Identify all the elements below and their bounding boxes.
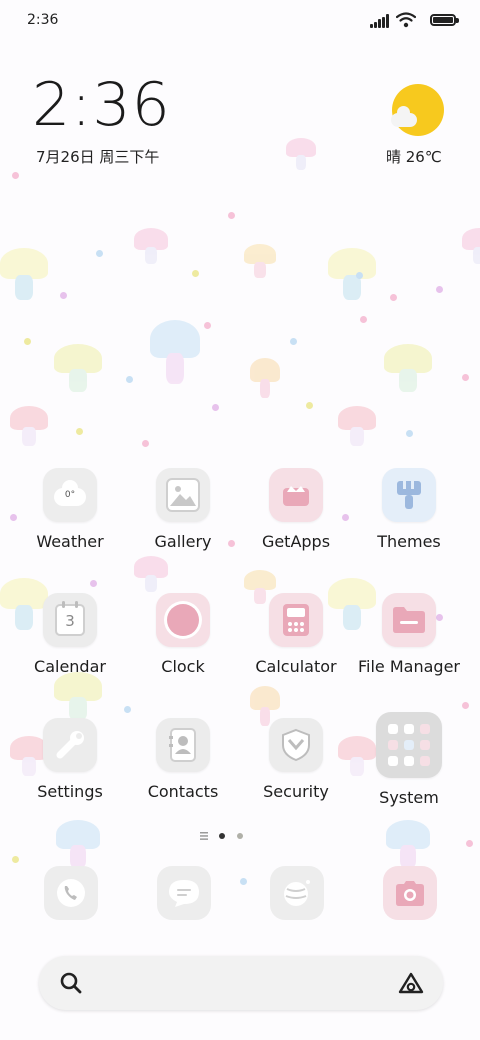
calendar-icon-glyph: 3: [65, 612, 75, 630]
app-label: Calculator: [255, 657, 337, 676]
app-weather[interactable]: 0° Weather: [14, 468, 126, 551]
app-calculator[interactable]: Calculator: [240, 593, 352, 676]
wallpaper-dot: [390, 294, 397, 301]
page-indicator[interactable]: [200, 830, 260, 842]
mushroom-decoration: [56, 820, 100, 868]
folder-icon: [382, 593, 436, 647]
wallpaper-dot: [462, 374, 469, 381]
battery-icon: [430, 14, 459, 26]
calendar-icon: 3: [43, 593, 97, 647]
app-label: System: [379, 788, 439, 807]
app-label: Settings: [37, 782, 103, 801]
app-label: Clock: [161, 657, 205, 676]
app-label: Security: [263, 782, 329, 801]
app-label: File Manager: [358, 657, 460, 676]
wallpaper-dot: [360, 316, 367, 323]
wifi-icon: [396, 12, 416, 28]
app-file-manager[interactable]: File Manager: [353, 593, 465, 676]
app-label: GetApps: [261, 532, 331, 551]
app-themes[interactable]: Themes: [353, 468, 465, 551]
wallpaper-dot: [462, 702, 469, 709]
wallpaper-dot: [90, 580, 97, 587]
app-security[interactable]: Security: [240, 718, 352, 801]
themes-icon: [382, 468, 436, 522]
page-dot-active: [219, 833, 225, 839]
mushroom-decoration: [134, 556, 168, 592]
wrench-icon: [43, 718, 97, 772]
wallpaper-dot: [126, 376, 133, 383]
shield-icon: [269, 718, 323, 772]
contacts-icon: [156, 718, 210, 772]
wallpaper-dot: [124, 706, 131, 713]
mushroom-decoration: [328, 248, 376, 300]
weather-icon: 0°: [43, 468, 97, 522]
wallpaper-dot: [12, 172, 19, 179]
wallpaper-dot: [436, 286, 443, 293]
weather-icon-glyph: 0°: [64, 490, 76, 500]
weather-widget-text: 晴 26℃: [386, 148, 442, 166]
menu-lines-icon: [200, 832, 208, 840]
gallery-icon: [156, 468, 210, 522]
status-bar: 2:36: [0, 0, 480, 42]
wallpaper-dot: [142, 440, 149, 447]
wallpaper-dot: [24, 338, 31, 345]
app-system-folder[interactable]: System: [353, 712, 465, 807]
page-dot: [237, 833, 243, 839]
app-label: Gallery: [154, 532, 212, 551]
app-clock[interactable]: Clock: [127, 593, 239, 676]
search-icon[interactable]: [59, 971, 83, 995]
wallpaper-dot: [192, 270, 199, 277]
cloud-icon: [391, 106, 417, 127]
mushroom-decoration: [10, 406, 48, 446]
wallpaper-dot: [76, 428, 83, 435]
wallpaper-dot: [12, 856, 19, 863]
app-label: Weather: [36, 532, 104, 551]
mushroom-decoration: [54, 672, 102, 720]
mushroom-decoration: [338, 406, 376, 446]
wallpaper-dot: [228, 212, 235, 219]
camera-icon[interactable]: [383, 866, 437, 920]
phone-icon[interactable]: [44, 866, 98, 920]
wallpaper-dot: [96, 250, 103, 257]
app-calendar[interactable]: 3 Calendar: [14, 593, 126, 676]
wallpaper-dot: [356, 272, 363, 279]
wallpaper-dot: [290, 338, 297, 345]
calculator-icon: [269, 593, 323, 647]
message-icon[interactable]: [157, 866, 211, 920]
clock-widget-time[interactable]: 2:36: [32, 70, 171, 140]
wallpaper-dot: [240, 878, 247, 885]
app-settings[interactable]: Settings: [14, 718, 126, 801]
getapps-icon: [269, 468, 323, 522]
wallpaper-dot: [306, 402, 313, 409]
mushroom-decoration: [286, 138, 316, 170]
search-bar[interactable]: [39, 956, 443, 1010]
app-contacts[interactable]: Contacts: [127, 718, 239, 801]
mushroom-decoration: [150, 320, 200, 384]
mushroom-decoration: [462, 228, 480, 264]
app-label: Contacts: [147, 782, 219, 801]
app-gallery[interactable]: Gallery: [127, 468, 239, 551]
mushroom-decoration: [384, 344, 432, 392]
mushroom-decoration: [250, 358, 280, 398]
clock-icon: [156, 593, 210, 647]
wallpaper-dot: [204, 322, 211, 329]
mushroom-decoration: [54, 344, 102, 392]
assistant-icon[interactable]: [397, 971, 425, 995]
mushroom-decoration: [0, 248, 48, 300]
wallpaper-dot: [60, 292, 67, 299]
mushroom-decoration: [244, 244, 276, 278]
browser-globe-icon[interactable]: [270, 866, 324, 920]
app-label: Calendar: [34, 657, 106, 676]
clock-widget-date: 7月26日 周三下午: [36, 148, 160, 166]
wallpaper-dot: [406, 430, 413, 437]
signal-bars-icon: [370, 14, 390, 28]
app-getapps[interactable]: GetApps: [240, 468, 352, 551]
wallpaper-dot: [212, 404, 219, 411]
app-label: Themes: [377, 532, 441, 551]
wallpaper-dot: [466, 840, 473, 847]
mushroom-decoration: [386, 820, 430, 868]
mushroom-decoration: [134, 228, 168, 264]
status-time: 2:36: [27, 12, 59, 28]
system-folder-icon: [376, 712, 442, 778]
